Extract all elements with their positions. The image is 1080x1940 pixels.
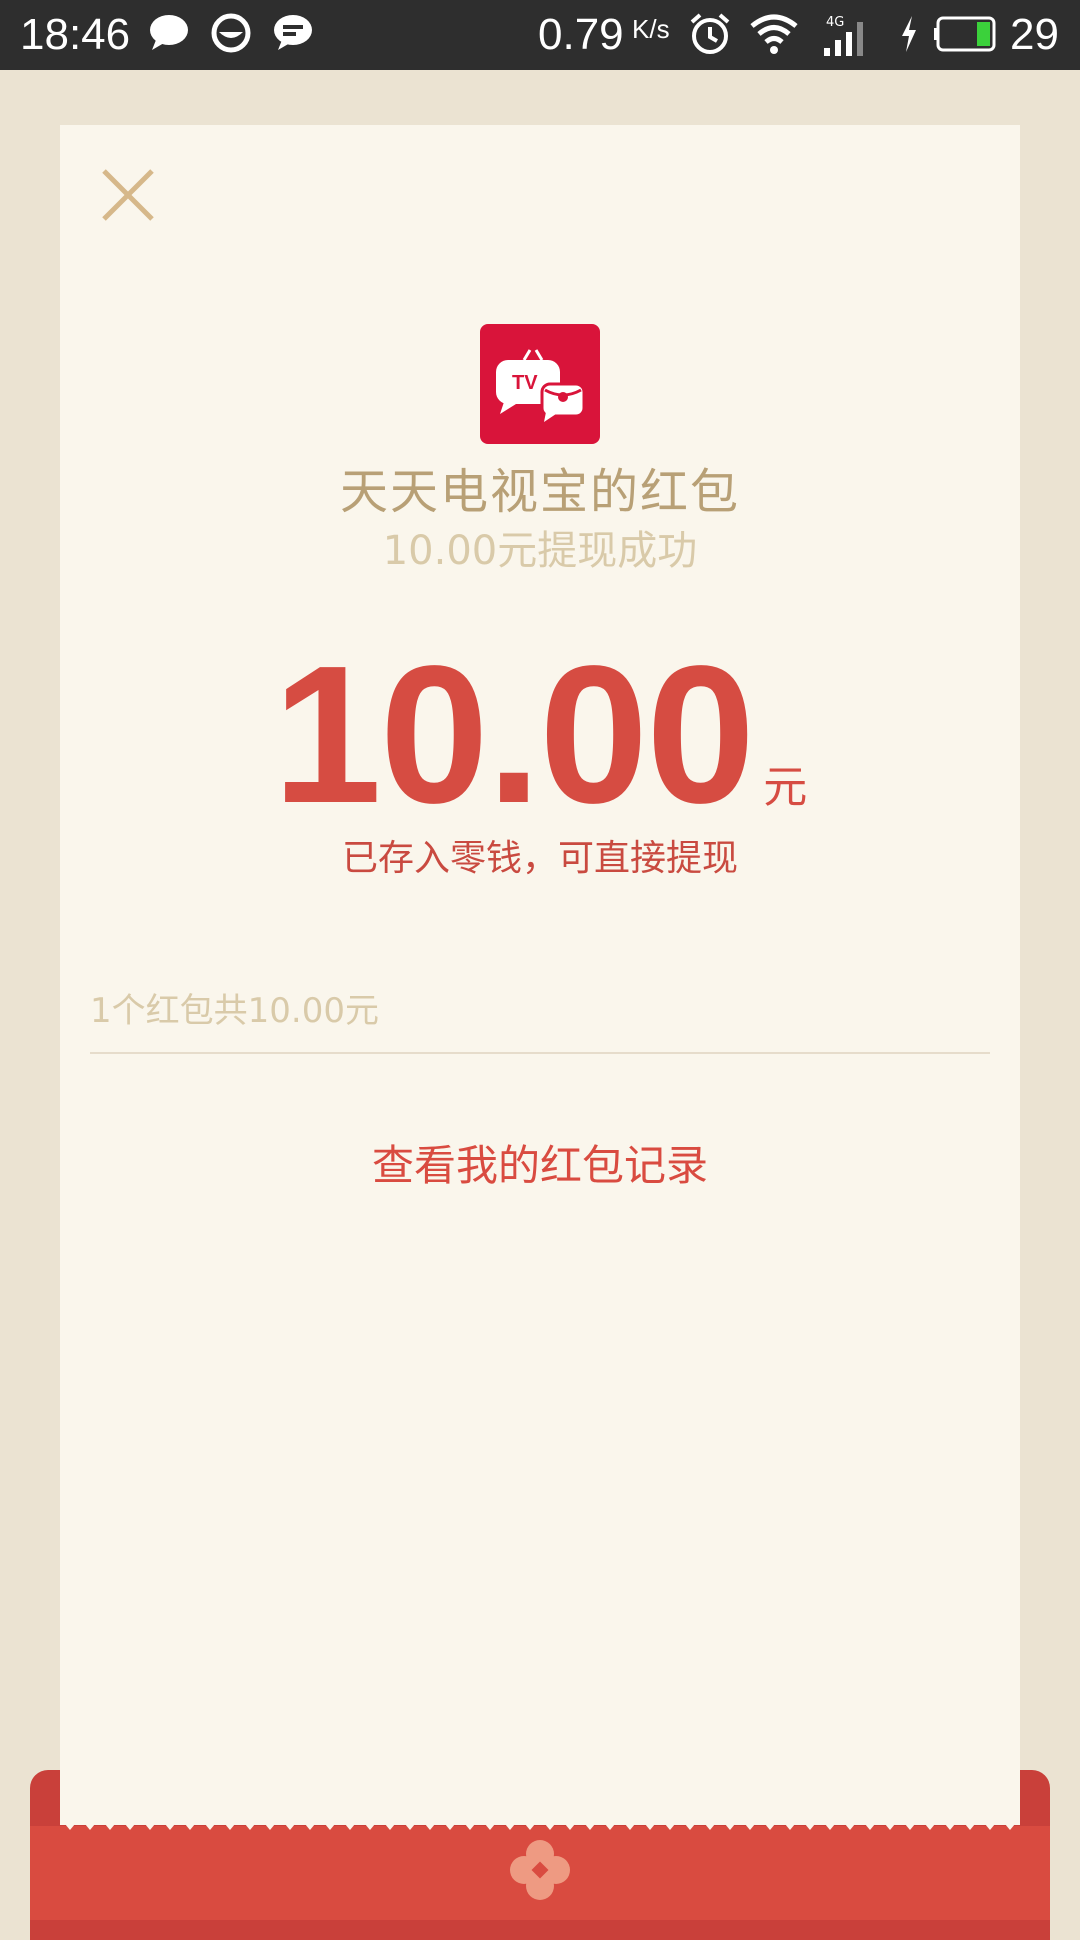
status-time: 18:46 (20, 10, 131, 59)
amount-value: 10.00 (272, 625, 755, 844)
charging-icon (898, 12, 920, 61)
amount-unit: 元 (763, 762, 808, 813)
view-records-link[interactable]: 查看我的红包记录 (0, 1138, 1080, 1194)
close-icon (102, 169, 154, 221)
tv-envelope-icon: TV (496, 349, 586, 422)
wifi-icon (750, 12, 798, 61)
network-speed-unit: K/s (632, 14, 670, 44)
signal-type-label: 4G (826, 15, 844, 30)
smiley-icon (210, 12, 252, 59)
signal-icon: 4G (822, 12, 872, 63)
deposit-note: 已存入零钱，可直接提现 (341, 838, 738, 879)
withdraw-status: 10.00元提现成功 (382, 528, 698, 574)
card-zigzag-edge (60, 1818, 1020, 1830)
close-button[interactable] (100, 167, 156, 223)
divider (90, 1052, 990, 1054)
chat-bubble-icon (148, 12, 190, 59)
flower-emblem-icon (510, 1840, 570, 1900)
network-speed: 0.79 (538, 10, 624, 59)
status-bar: 18:46 0.79 K/s 4G 29 (0, 0, 1080, 70)
app-logo: TV (480, 324, 600, 444)
battery-icon (934, 12, 1000, 61)
battery-level: 29 (1010, 10, 1059, 59)
message-icon (272, 12, 314, 59)
sender-name: 天天电视宝的红包 (339, 464, 740, 520)
alarm-icon (688, 12, 732, 61)
packet-summary: 1个红包共10.00元 (90, 991, 379, 1031)
logo-tv-text: TV (512, 372, 538, 394)
amount-display: 10.00 元 (0, 637, 1080, 833)
